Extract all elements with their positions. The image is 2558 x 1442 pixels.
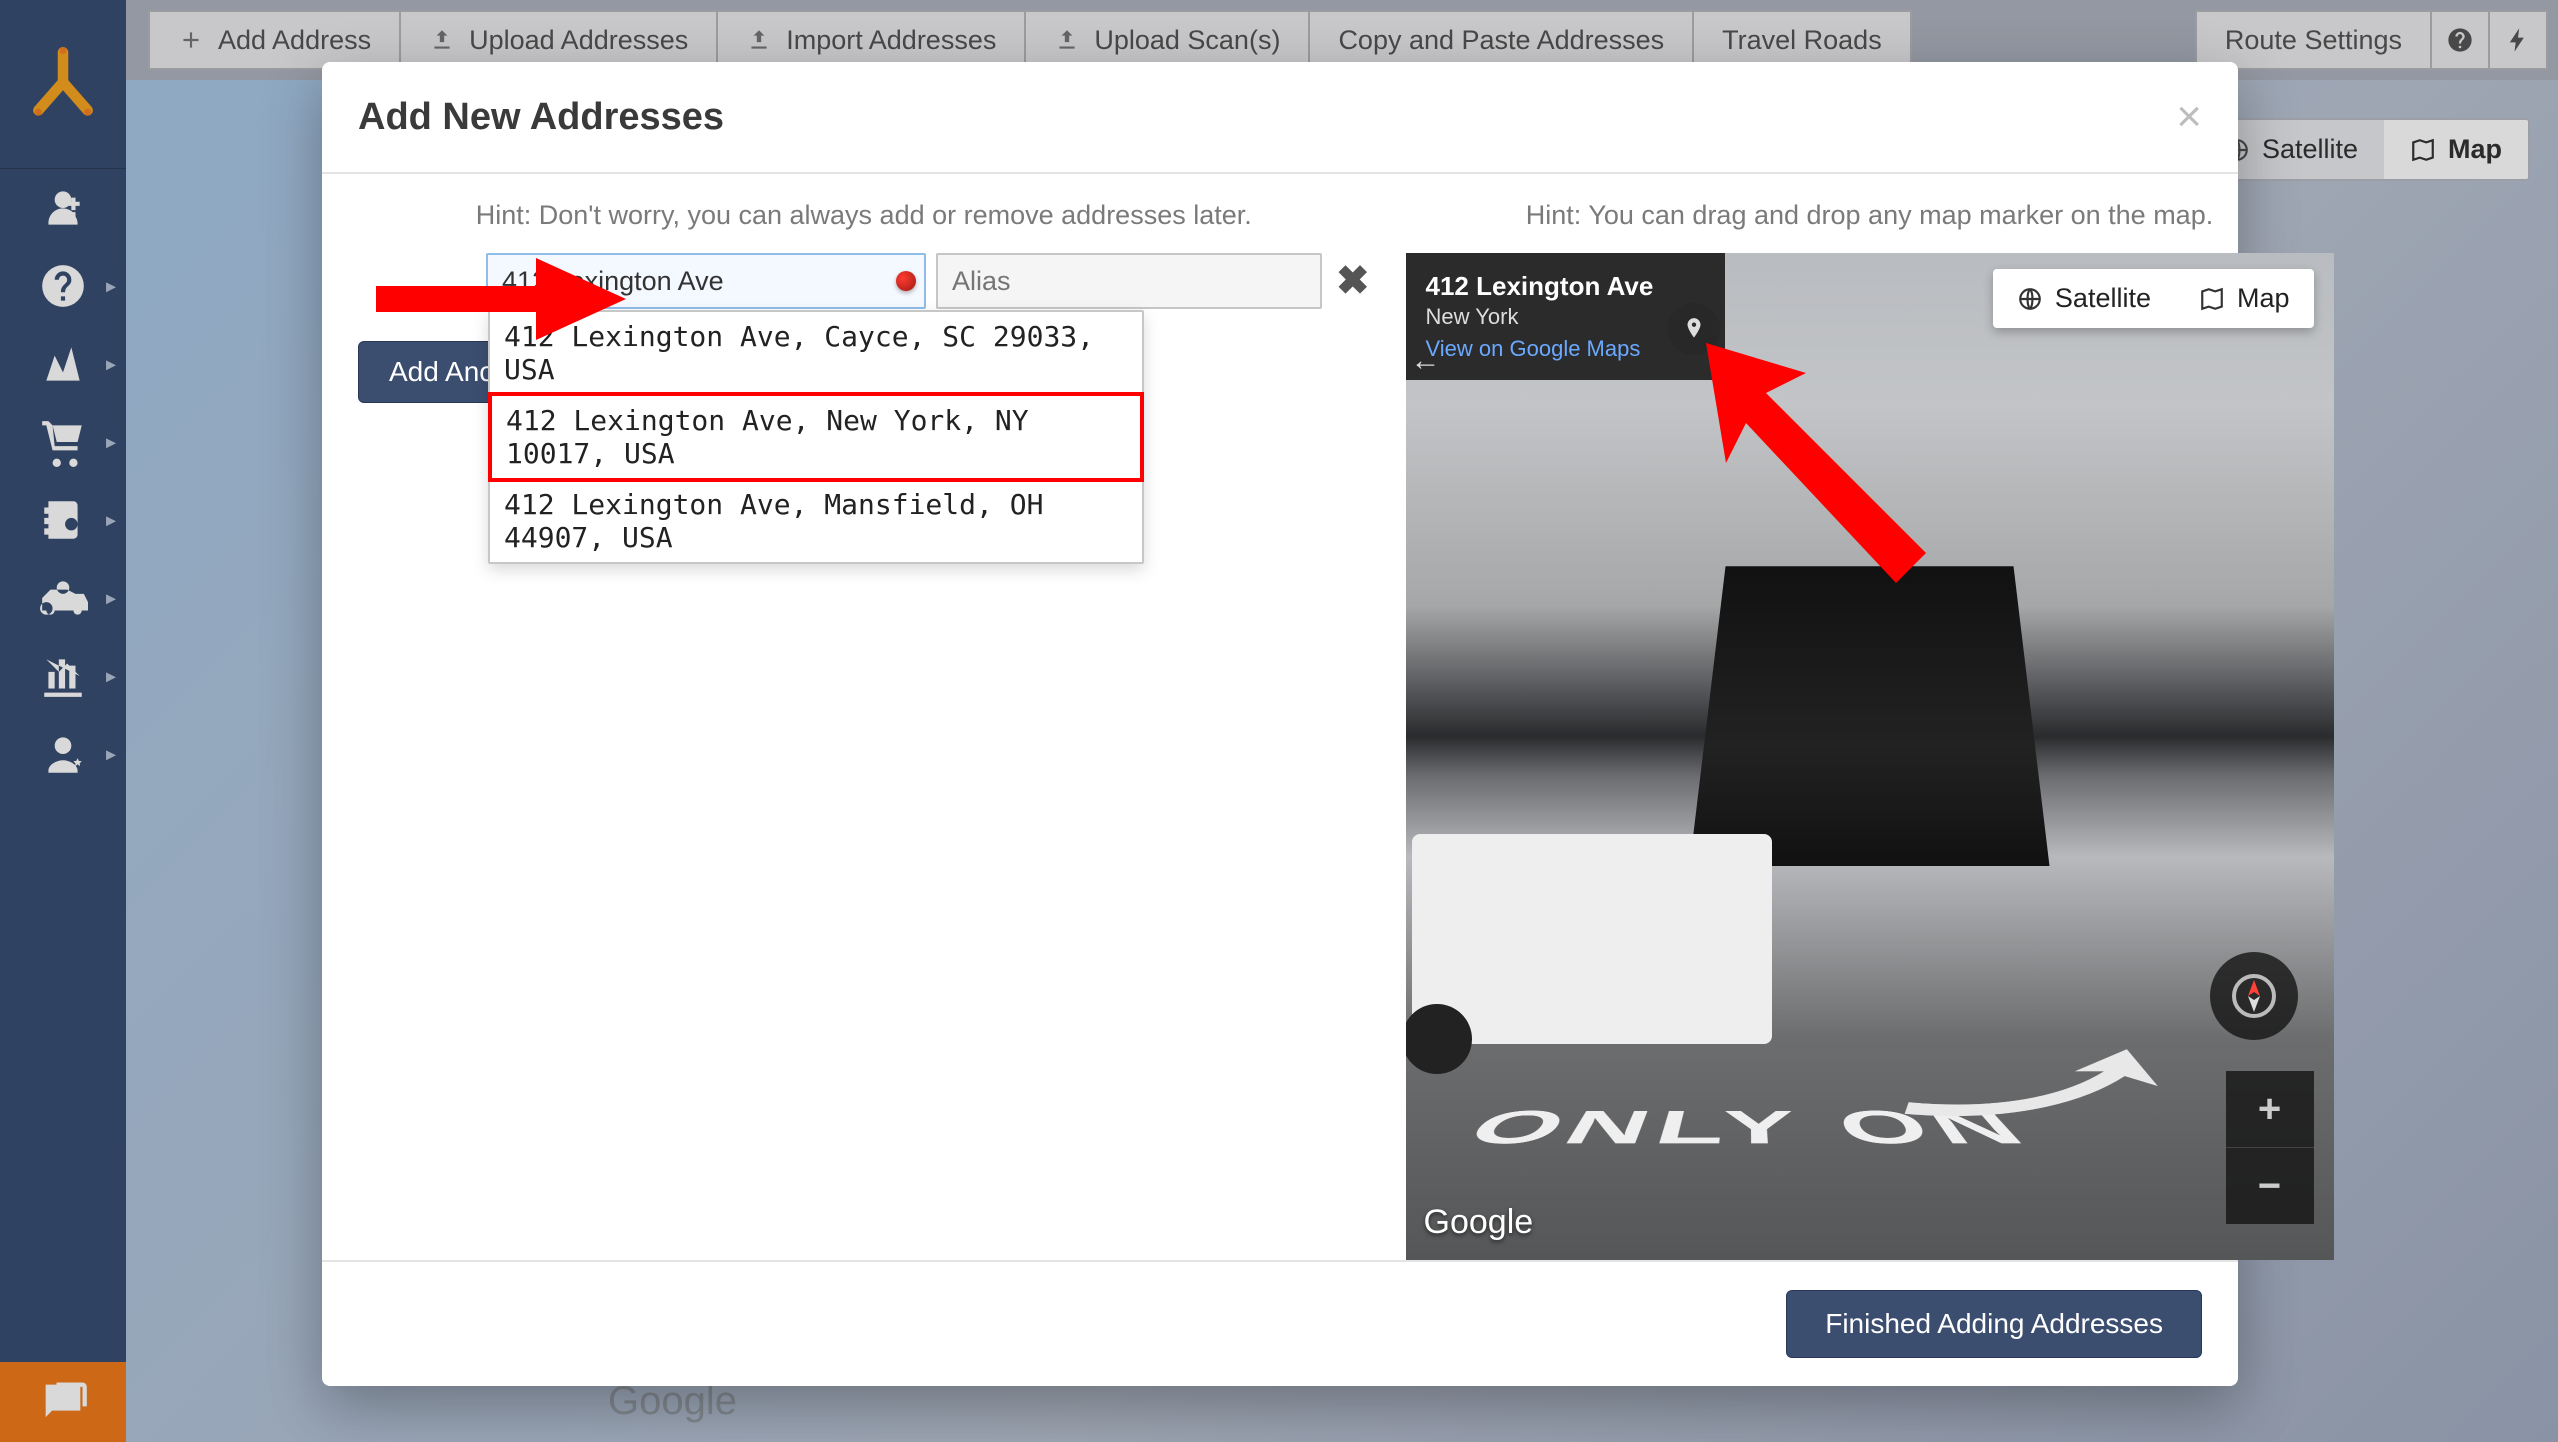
zoom-in-button[interactable]: +	[2226, 1071, 2314, 1147]
road-arrow	[1906, 1001, 2166, 1168]
streetview-subtitle: New York	[1426, 304, 1654, 330]
view-on-google-maps-link[interactable]: View on Google Maps	[1426, 336, 1654, 362]
suggestion-option[interactable]: 412 Lexington Ave, Mansfield, OH 44907, …	[490, 480, 1142, 562]
address-input[interactable]	[486, 253, 926, 309]
hint-left: Hint: Don't worry, you can always add or…	[358, 200, 1370, 231]
hint-right: Hint: You can drag and drop any map mark…	[1406, 200, 2334, 231]
globe-icon	[2017, 286, 2043, 312]
streetview-title: 412 Lexington Ave	[1426, 271, 1654, 302]
map-icon	[2199, 286, 2225, 312]
google-watermark: Google	[1424, 1203, 1534, 1242]
suggestion-option[interactable]: 412 Lexington Ave, New York, NY 10017, U…	[488, 392, 1144, 482]
compass-icon	[2230, 972, 2278, 1020]
sv-satellite-toggle[interactable]: Satellite	[1993, 269, 2175, 328]
modal-footer: Finished Adding Addresses	[322, 1260, 2238, 1386]
modal-title: Add New Addresses	[358, 96, 724, 139]
streetview-type-toggle[interactable]: Satellite Map	[1993, 269, 2314, 328]
truck-shape	[1412, 834, 1772, 1044]
marker-icon	[1681, 316, 1707, 342]
streetview-zoom-controls: + −	[2226, 1071, 2314, 1224]
sv-map-toggle[interactable]: Map	[2175, 269, 2314, 328]
address-suggestions: 412 Lexington Ave, Cayce, SC 29033, USA …	[488, 310, 1144, 564]
geocode-status-icon	[896, 271, 916, 291]
streetview-back-button[interactable]: ←	[1406, 341, 1446, 381]
finished-adding-addresses-button[interactable]: Finished Adding Addresses	[1786, 1290, 2202, 1358]
building-entrance-shape	[1690, 566, 2050, 866]
modal-close-button[interactable]: ×	[2176, 92, 2202, 142]
suggestion-option[interactable]: 412 Lexington Ave, Cayce, SC 29033, USA	[490, 312, 1142, 394]
alias-input[interactable]	[936, 253, 1322, 309]
modal-header: Add New Addresses ×	[322, 62, 2238, 174]
streetview-marker-button[interactable]	[1668, 303, 1720, 355]
streetview-compass[interactable]	[2210, 952, 2298, 1040]
remove-address-button[interactable]: ✖	[1336, 258, 1370, 304]
add-addresses-modal: Add New Addresses × Hint: Don't worry, y…	[322, 62, 2238, 1386]
zoom-out-button[interactable]: −	[2226, 1147, 2314, 1224]
street-view[interactable]: ONLY ON 412 Lexington Ave New York View …	[1406, 253, 2334, 1260]
